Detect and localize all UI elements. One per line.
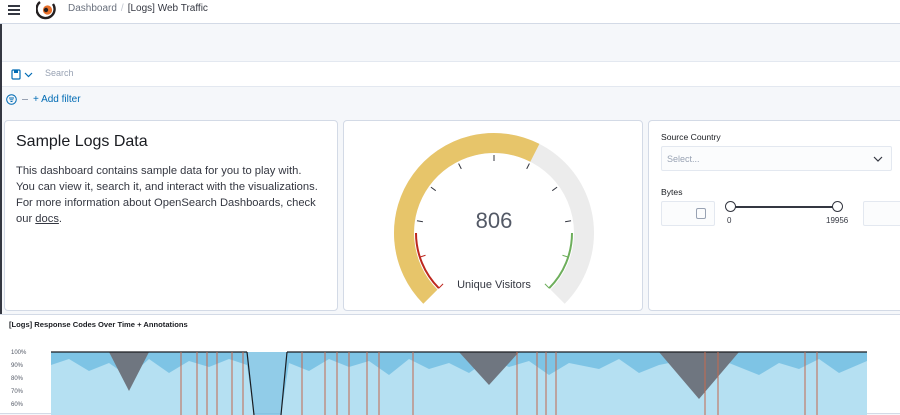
filter-bar: + Add filter: [0, 90, 300, 108]
docs-link[interactable]: docs: [35, 213, 59, 225]
bytes-slider-track[interactable]: [731, 206, 839, 208]
gauge-tick: [416, 220, 423, 223]
breadcrumb-dashboard[interactable]: Dashboard: [68, 3, 117, 14]
add-filter-button[interactable]: + Add filter: [33, 94, 81, 105]
gauge-tick: [458, 163, 462, 170]
source-country-placeholder: Select...: [667, 154, 700, 164]
gauge-tick: [562, 254, 569, 258]
bytes-min-input[interactable]: [661, 201, 715, 226]
stepper-icon[interactable]: [696, 208, 706, 219]
breadcrumb-current: [Logs] Web Traffic: [127, 3, 208, 14]
y-tick-label: 80%: [11, 376, 24, 382]
opensearch-logo-icon[interactable]: [36, 0, 56, 20]
markdown-body: This dashboard contains sample data for …: [16, 163, 321, 227]
source-country-select[interactable]: Select...: [661, 146, 892, 171]
y-tick-label: 100%: [11, 350, 27, 356]
saved-query-icon[interactable]: [11, 68, 35, 82]
gauge-tick: [430, 186, 437, 192]
bytes-max-handle[interactable]: [832, 201, 843, 212]
gauge-panel: 806 Unique Visitors: [343, 120, 643, 311]
y-tick-label: 60%: [11, 402, 24, 408]
gauge-tick: [526, 163, 530, 170]
markdown-title: Sample Logs Data: [16, 133, 148, 150]
y-tick-label: 70%: [11, 389, 24, 395]
bytes-min-label: 0: [727, 216, 732, 225]
top-bar: Dashboard / [Logs] Web Traffic: [0, 0, 900, 24]
filter-divider: [22, 99, 28, 100]
response-codes-panel: 100% 90% 80% 70% 60% [Logs] Response Codes O…: [0, 314, 900, 415]
chart-title: [Logs] Response Codes Over Time + Annota…: [9, 320, 188, 329]
response-codes-chart: 100% 90% 80% 70% 60%: [11, 350, 867, 415]
query-bar: Search: [2, 61, 900, 87]
gauge-value: 806: [475, 208, 513, 233]
gauge-tick: [565, 220, 572, 223]
bytes-min-handle[interactable]: [725, 201, 736, 212]
chevron-down-icon: [873, 156, 883, 162]
controls-panel: Source Country Select... Bytes 0 19956: [648, 120, 900, 311]
menu-icon[interactable]: [8, 5, 20, 15]
y-tick-label: 90%: [11, 363, 24, 369]
breadcrumb: Dashboard / [Logs] Web Traffic: [68, 3, 208, 14]
markdown-panel: Sample Logs Data This dashboard contains…: [4, 120, 338, 311]
markdown-period: .: [58, 213, 63, 225]
gauge-label: Unique Visitors: [457, 279, 531, 291]
breadcrumb-separator: /: [120, 3, 124, 14]
source-country-label: Source Country: [661, 132, 721, 142]
filter-options-icon[interactable]: [6, 94, 17, 105]
search-input[interactable]: Search: [45, 68, 74, 78]
gauge-tick: [419, 254, 426, 258]
bytes-max-input[interactable]: [863, 201, 900, 226]
bytes-label: Bytes: [661, 187, 683, 197]
bytes-max-label: 19956: [826, 216, 849, 225]
gauge-tick: [551, 186, 558, 192]
